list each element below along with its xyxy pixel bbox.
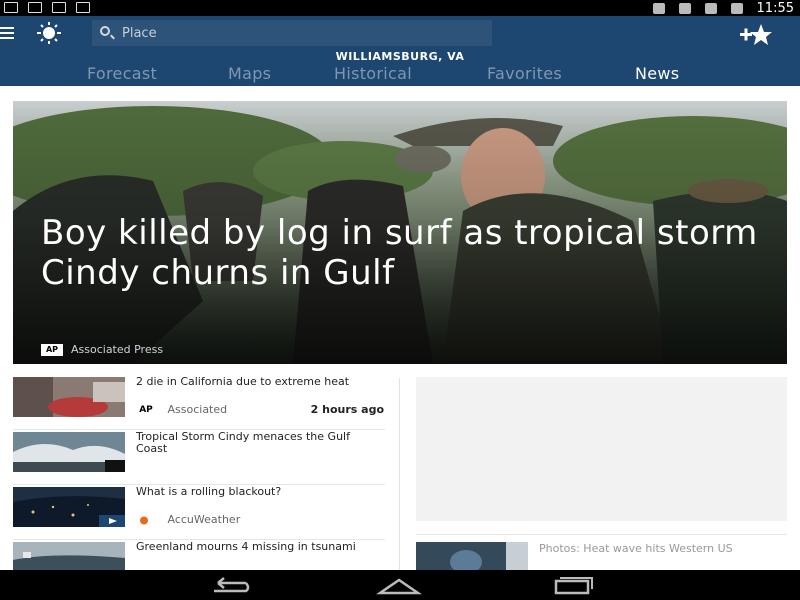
message-icon — [28, 2, 42, 13]
search-input[interactable] — [122, 23, 482, 43]
tab-historical[interactable]: Historical — [334, 64, 412, 83]
article-meta: AP Associated 2 hours ago — [136, 403, 384, 417]
bluetooth-icon — [652, 2, 665, 14]
system-nav-bar — [0, 570, 800, 600]
status-bar: 11:55 — [0, 0, 800, 16]
ap-logo-icon: AP — [136, 404, 156, 416]
tab-news[interactable]: News — [635, 64, 679, 83]
ad-placeholder — [416, 377, 787, 521]
notification-icons — [4, 2, 90, 13]
location-label: WILLIAMSBURG, VA — [335, 50, 465, 63]
tab-bar: Forecast Maps Historical Favorites News — [0, 64, 800, 86]
search-box[interactable] — [92, 20, 492, 46]
system-icons: 11:55 — [652, 0, 794, 16]
gallery-title[interactable]: Photos: Heat wave hits Western US — [539, 543, 785, 555]
list-item[interactable]: What is a rolling blackout? AccuWeather — [13, 485, 385, 540]
menu-icon[interactable] — [0, 27, 14, 42]
tab-forecast[interactable]: Forecast — [87, 64, 157, 83]
clock: 11:55 — [756, 0, 794, 16]
photo-gallery-card[interactable]: Photos: Heat wave hits Western US — [416, 534, 787, 572]
article-time: 2 hours ago — [310, 403, 384, 416]
app-header: WILLIAMSBURG, VA Forecast Maps Historica… — [0, 16, 800, 86]
calendar-icon — [52, 2, 66, 13]
article-headline[interactable]: What is a rolling blackout? — [136, 486, 382, 498]
article-headline[interactable]: Greenland mourns 4 missing in tsunami — [136, 541, 382, 553]
article-source: Associated — [167, 403, 228, 416]
column-divider — [399, 378, 400, 570]
hero-source-name: Associated Press — [71, 343, 164, 356]
article-source: AccuWeather — [167, 513, 241, 526]
download-icon — [4, 2, 18, 13]
search-icon — [100, 26, 110, 36]
home-icon[interactable] — [376, 575, 422, 595]
article-thumbnail — [13, 377, 125, 417]
tab-maps[interactable]: Maps — [228, 64, 271, 83]
article-thumbnail — [13, 487, 125, 527]
gallery-thumbnail — [416, 542, 528, 572]
article-headline[interactable]: 2 die in California due to extreme heat — [136, 376, 382, 388]
article-headline[interactable]: Tropical Storm Cindy menaces the Gulf Co… — [136, 431, 382, 455]
list-item[interactable]: 2 die in California due to extreme heat … — [13, 375, 385, 430]
back-icon[interactable] — [206, 575, 252, 595]
list-item[interactable]: Tropical Storm Cindy menaces the Gulf Co… — [13, 430, 385, 485]
mute-icon — [678, 2, 691, 14]
sun-logo-icon[interactable] — [32, 22, 66, 44]
tab-favorites[interactable]: Favorites — [487, 64, 562, 83]
video-icon — [76, 2, 90, 13]
article-meta: AccuWeather — [136, 513, 384, 527]
add-favorite-icon[interactable] — [740, 22, 774, 46]
hero-source: AP Associated Press — [41, 343, 163, 356]
recent-apps-icon[interactable] — [550, 575, 596, 595]
hero-headline[interactable]: Boy killed by log in surf as tropical st… — [41, 213, 771, 293]
hero-story[interactable]: Boy killed by log in surf as tropical st… — [13, 101, 787, 364]
accuweather-logo-icon — [140, 516, 148, 524]
battery-icon — [730, 2, 743, 14]
article-thumbnail — [13, 432, 125, 472]
wifi-icon — [704, 2, 717, 14]
ap-logo-icon: AP — [41, 343, 63, 356]
